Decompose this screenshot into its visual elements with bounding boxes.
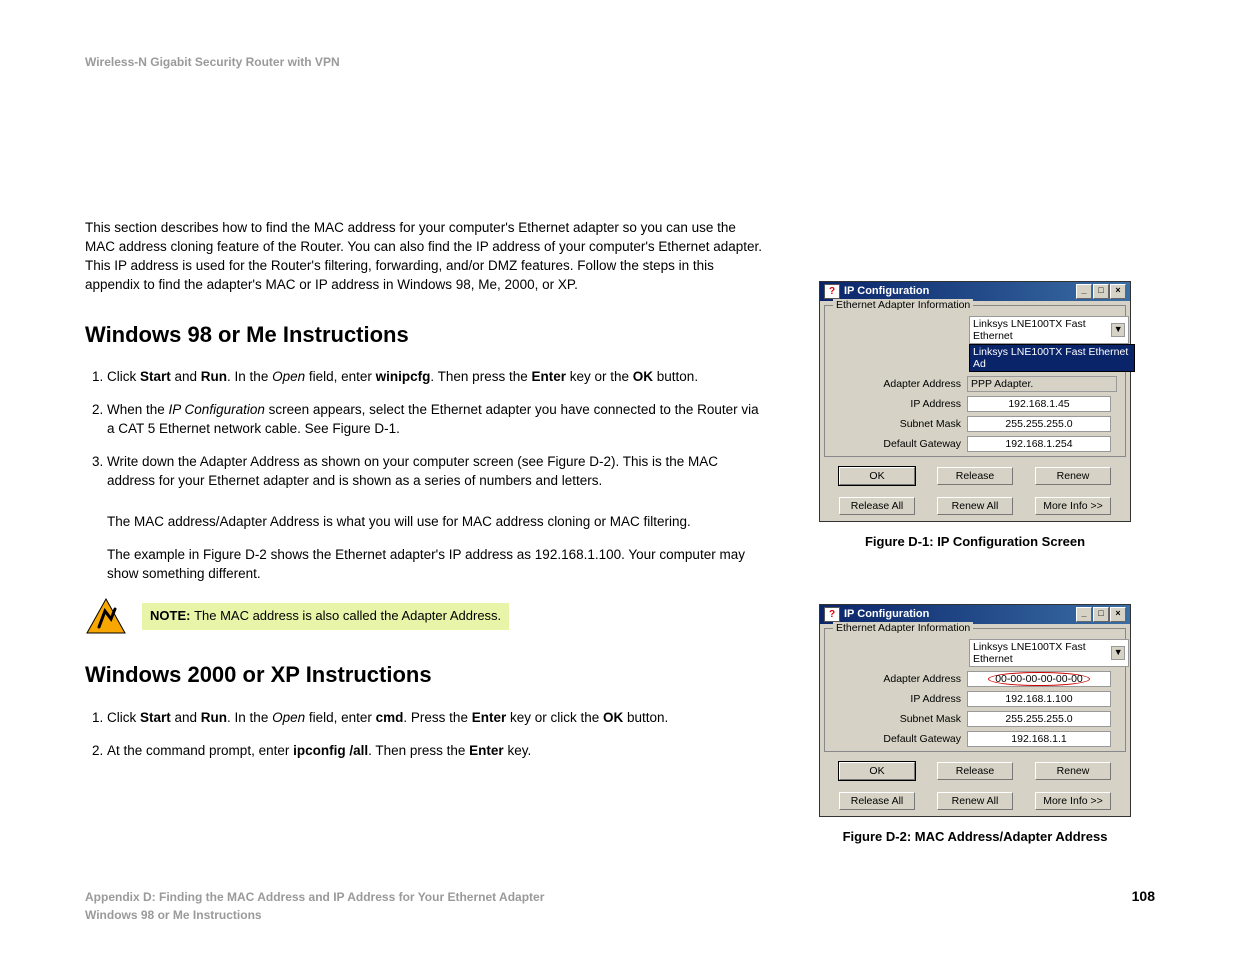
heading-win2k: Windows 2000 or XP Instructions: [85, 660, 765, 691]
adapter-fieldset: Ethernet Adapter Information Linksys LNE…: [824, 305, 1126, 457]
figure-d1: ?IP Configuration _ □ × Ethernet Adapter…: [815, 281, 1135, 549]
more-info-button[interactable]: More Info >>: [1035, 792, 1111, 810]
label-ip: IP Address: [829, 693, 967, 705]
figure-d1-caption: Figure D-1: IP Configuration Screen: [815, 534, 1135, 549]
heading-win98: Windows 98 or Me Instructions: [85, 320, 765, 351]
release-all-button[interactable]: Release All: [839, 497, 915, 515]
win98-step3: Write down the Adapter Address as shown …: [107, 453, 765, 491]
adapter-dropdown[interactable]: Linksys LNE100TX Fast Ethernet▼: [969, 639, 1129, 667]
label-gateway: Default Gateway: [829, 733, 967, 745]
document-header: Wireless-N Gigabit Security Router with …: [85, 55, 1155, 69]
value-gateway: 192.168.1.1: [967, 731, 1111, 747]
label-gateway: Default Gateway: [829, 438, 967, 450]
close-icon[interactable]: ×: [1110, 284, 1126, 299]
value-subnet: 255.255.255.0: [967, 711, 1111, 727]
close-icon[interactable]: ×: [1110, 607, 1126, 622]
release-button[interactable]: Release: [937, 762, 1013, 780]
minimize-icon[interactable]: _: [1076, 607, 1092, 622]
maximize-icon[interactable]: □: [1093, 284, 1109, 299]
ok-button[interactable]: OK: [839, 762, 915, 780]
note-text: NOTE: The MAC address is also called the…: [142, 603, 509, 629]
ipconfig-window-1: ?IP Configuration _ □ × Ethernet Adapter…: [819, 281, 1131, 522]
value-mac: 00-00-00-00-00-00: [967, 671, 1111, 687]
minimize-icon[interactable]: _: [1076, 284, 1092, 299]
label-subnet: Subnet Mask: [829, 713, 967, 725]
page-number: 108: [1132, 888, 1155, 924]
win98-step1: Click Start and Run. In the Open field, …: [107, 368, 765, 387]
footer-line2: Windows 98 or Me Instructions: [85, 906, 544, 924]
figure-d2-caption: Figure D-2: MAC Address/Adapter Address: [815, 829, 1135, 844]
adapter-dropdown[interactable]: Linksys LNE100TX Fast Ethernet▼: [969, 316, 1129, 344]
note-box: NOTE: The MAC address is also called the…: [85, 597, 765, 635]
adapter-fieldset: Ethernet Adapter Information Linksys LNE…: [824, 628, 1126, 752]
win98-steps: Click Start and Run. In the Open field, …: [85, 368, 765, 490]
win98-step2: When the IP Configuration screen appears…: [107, 401, 765, 439]
label-adapter-address: Adapter Address: [829, 378, 967, 390]
value-gateway: 192.168.1.254: [967, 436, 1111, 452]
warning-triangle-icon: [85, 597, 127, 635]
win2k-step1: Click Start and Run. In the Open field, …: [107, 709, 765, 728]
ipconfig-window-2: ?IP Configuration _ □ × Ethernet Adapter…: [819, 604, 1131, 817]
figures-column: ?IP Configuration _ □ × Ethernet Adapter…: [815, 219, 1135, 899]
win2k-step2: At the command prompt, enter ipconfig /a…: [107, 742, 765, 761]
value-ip: 192.168.1.45: [967, 396, 1111, 412]
chevron-down-icon[interactable]: ▼: [1111, 323, 1125, 337]
dropdown-option-highlighted[interactable]: Linksys LNE100TX Fast Ethernet Ad: [969, 344, 1135, 372]
fieldset-legend: Ethernet Adapter Information: [833, 299, 973, 311]
value-ip: 192.168.1.100: [967, 691, 1111, 707]
renew-button[interactable]: Renew: [1035, 762, 1111, 780]
maximize-icon[interactable]: □: [1093, 607, 1109, 622]
figure-d2: ?IP Configuration _ □ × Ethernet Adapter…: [815, 604, 1135, 844]
label-ip: IP Address: [829, 398, 967, 410]
intro-paragraph: This section describes how to find the M…: [85, 219, 765, 295]
app-icon: ?: [824, 607, 840, 622]
win2k-steps: Click Start and Run. In the Open field, …: [85, 709, 765, 761]
ok-button[interactable]: OK: [839, 467, 915, 485]
chevron-down-icon[interactable]: ▼: [1111, 646, 1125, 660]
renew-all-button[interactable]: Renew All: [937, 497, 1013, 515]
fieldset-legend: Ethernet Adapter Information: [833, 622, 973, 634]
main-text-column: This section describes how to find the M…: [85, 219, 765, 899]
page-footer: Appendix D: Finding the MAC Address and …: [85, 888, 1155, 924]
more-info-button[interactable]: More Info >>: [1035, 497, 1111, 515]
indent-para2: The example in Figure D-2 shows the Ethe…: [107, 546, 765, 584]
label-subnet: Subnet Mask: [829, 418, 967, 430]
renew-button[interactable]: Renew: [1035, 467, 1111, 485]
app-icon: ?: [824, 284, 840, 299]
release-button[interactable]: Release: [937, 467, 1013, 485]
release-all-button[interactable]: Release All: [839, 792, 915, 810]
value-subnet: 255.255.255.0: [967, 416, 1111, 432]
indent-para1: The MAC address/Adapter Address is what …: [107, 513, 765, 532]
footer-line1: Appendix D: Finding the MAC Address and …: [85, 888, 544, 906]
value-ppp: PPP Adapter.: [967, 376, 1117, 392]
renew-all-button[interactable]: Renew All: [937, 792, 1013, 810]
label-adapter-address: Adapter Address: [829, 673, 967, 685]
